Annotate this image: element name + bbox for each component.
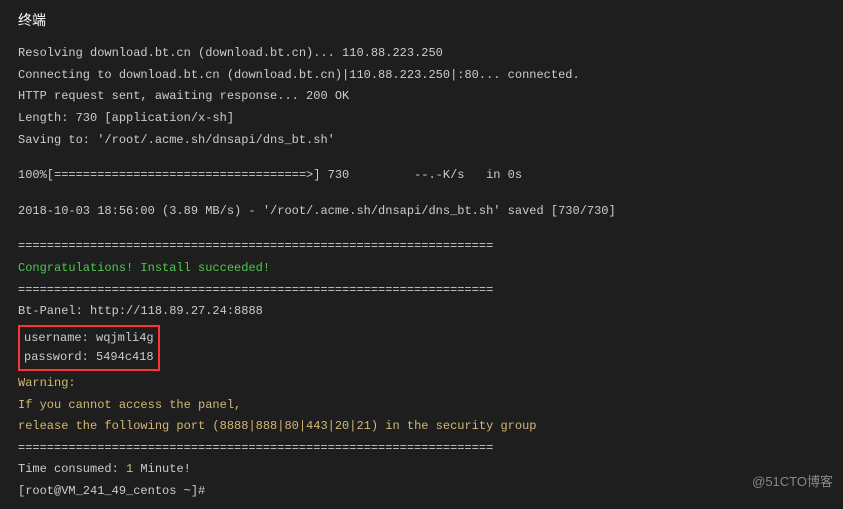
panel-url-line: Bt-Panel: http://118.89.27.24:8888 <box>18 301 825 323</box>
warning-line: release the following port (8888|888|80|… <box>18 416 825 438</box>
time-suffix: Minute! <box>133 462 191 476</box>
watermark: @51CTO博客 <box>752 470 833 493</box>
shell-prompt[interactable]: [root@VM_241_49_centos ~]# <box>18 481 825 503</box>
terminal-title: 终端 <box>0 0 843 37</box>
output-line: Resolving download.bt.cn (download.bt.cn… <box>18 43 825 65</box>
output-line: Length: 730 [application/x-sh] <box>18 108 825 130</box>
divider-line: ========================================… <box>18 438 825 460</box>
warning-line: If you cannot access the panel, <box>18 395 825 417</box>
divider-line: ========================================… <box>18 236 825 258</box>
time-prefix: Time consumed: <box>18 462 126 476</box>
output-line: HTTP request sent, awaiting response... … <box>18 86 825 108</box>
progress-line: 100%[===================================… <box>18 165 825 187</box>
output-line: 2018-10-03 18:56:00 (3.89 MB/s) - '/root… <box>18 201 825 223</box>
terminal-output[interactable]: Resolving download.bt.cn (download.bt.cn… <box>0 37 843 508</box>
username-line: username: wqjmli4g <box>24 329 154 348</box>
password-line: password: 5494c418 <box>24 348 154 367</box>
success-message: Congratulations! Install succeeded! <box>18 258 825 280</box>
time-consumed-line: Time consumed: 1 Minute! <box>18 459 825 481</box>
divider-line: ========================================… <box>18 280 825 302</box>
credentials-highlight-box: username: wqjmli4g password: 5494c418 <box>18 325 160 371</box>
output-line: Saving to: '/root/.acme.sh/dnsapi/dns_bt… <box>18 130 825 152</box>
warning-label: Warning: <box>18 373 825 395</box>
output-line: Connecting to download.bt.cn (download.b… <box>18 65 825 87</box>
